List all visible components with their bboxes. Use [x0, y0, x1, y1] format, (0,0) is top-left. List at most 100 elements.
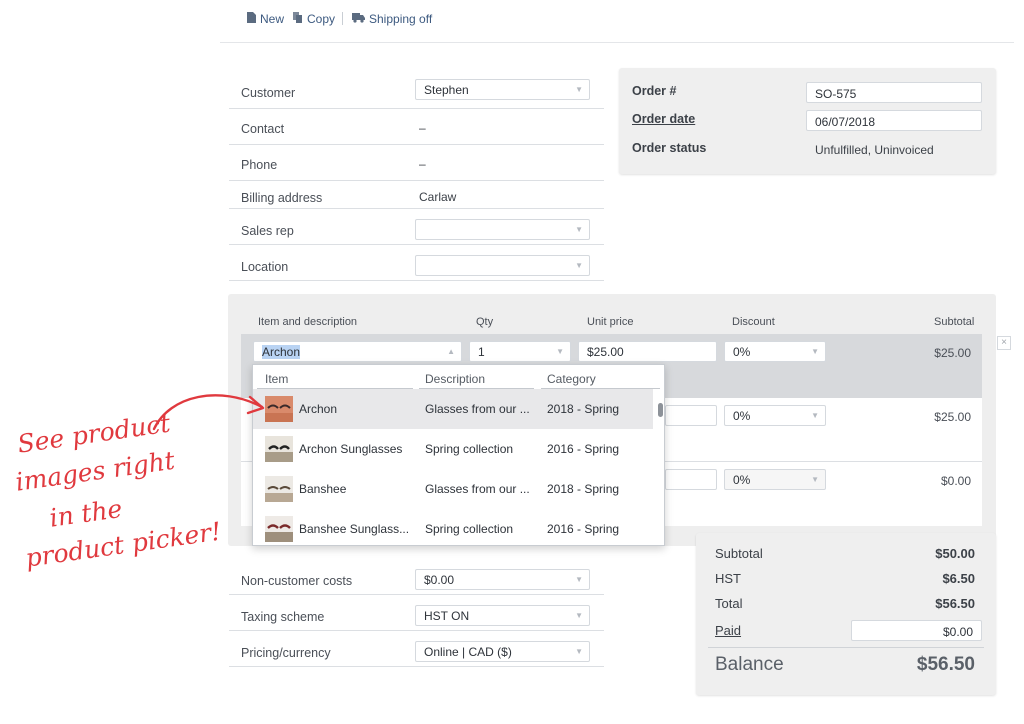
- chevron-down-icon: ▼: [575, 225, 583, 234]
- unit-price-input[interactable]: $25.00: [578, 341, 717, 362]
- qty-column-header: Qty: [476, 316, 494, 328]
- phone-value: –: [419, 157, 426, 171]
- phone-row: Phone –: [229, 145, 604, 181]
- sales-rep-label: Sales rep: [241, 224, 294, 238]
- picker-item-category: 2016 - Spring: [547, 522, 620, 536]
- order-date-input[interactable]: 06/07/2018: [806, 110, 982, 131]
- product-picker-dropdown[interactable]: Item Description Category Archon Glasses…: [252, 364, 665, 546]
- subtotal-column-header: Subtotal: [934, 316, 975, 328]
- totals-panel: Subtotal $50.00 HST $6.50 Total $56.50 P…: [696, 533, 996, 695]
- new-button[interactable]: New: [247, 11, 284, 27]
- billing-value[interactable]: Carlaw: [419, 190, 456, 204]
- copy-label: Copy: [307, 12, 336, 26]
- shipping-label: Shipping off: [369, 12, 433, 26]
- picker-description-header: Description: [425, 372, 486, 386]
- picker-item-header: Item: [265, 372, 289, 386]
- annotation-arrow: [152, 394, 265, 431]
- discount-input[interactable]: 0% ▼: [724, 341, 826, 362]
- product-thumbnail: [265, 476, 293, 502]
- chevron-down-icon: ▼: [575, 647, 583, 656]
- billing-label: Billing address: [241, 191, 323, 205]
- discount-value: 0%: [733, 345, 751, 359]
- picker-row-archon-sunglasses[interactable]: Archon Sunglasses Spring collection 2016…: [253, 429, 653, 469]
- truck-icon: [352, 12, 365, 26]
- hst-label: HST: [715, 571, 741, 586]
- item-value: Archon: [262, 345, 301, 359]
- order-number-label: Order #: [632, 84, 677, 98]
- paid-input[interactable]: $0.00: [851, 620, 982, 641]
- pricing-currency-row: Pricing/currency Online | CAD ($) ▼: [229, 631, 604, 667]
- picker-scrollbar[interactable]: [658, 403, 663, 417]
- shipping-toggle-button[interactable]: Shipping off: [352, 11, 432, 27]
- discount-value: 0%: [733, 473, 751, 487]
- picker-item-category: 2018 - Spring: [547, 482, 620, 496]
- picker-row-banshee[interactable]: Banshee Glasses from our ... 2018 - Spri…: [253, 469, 653, 509]
- contact-row: Contact –: [229, 109, 604, 145]
- picker-item-description: Spring collection: [425, 522, 514, 536]
- product-thumbnail: [265, 436, 293, 462]
- chevron-down-icon: ▼: [575, 261, 583, 270]
- picker-item-category: 2018 - Spring: [547, 402, 620, 416]
- unit-price-input[interactable]: [665, 469, 717, 490]
- order-date-label[interactable]: Order date: [632, 112, 695, 126]
- discount-column-header: Discount: [732, 316, 775, 328]
- picker-row-archon[interactable]: Archon Glasses from our ... 2018 - Sprin…: [253, 389, 653, 429]
- close-icon[interactable]: ×: [997, 336, 1011, 350]
- total-value: $56.50: [935, 596, 975, 611]
- sales-rep-row: Sales rep ▼: [229, 209, 604, 245]
- item-input[interactable]: Archon ▲: [253, 341, 462, 362]
- chevron-down-icon: ▼: [575, 85, 583, 94]
- pricing-currency-select[interactable]: Online | CAD ($) ▼: [415, 641, 590, 662]
- location-select[interactable]: ▼: [415, 255, 590, 276]
- sales-rep-select[interactable]: ▼: [415, 219, 590, 240]
- picker-row-banshee-sunglasses[interactable]: Banshee Sunglass... Spring collection 20…: [253, 509, 653, 545]
- customer-label: Customer: [241, 86, 296, 100]
- balance-label: Balance: [715, 654, 784, 675]
- discount-input[interactable]: 0% ▼: [724, 469, 826, 490]
- phone-label: Phone: [241, 158, 278, 172]
- paid-label[interactable]: Paid: [715, 623, 741, 638]
- order-status-label: Order status: [632, 141, 707, 155]
- billing-row: Billing address Carlaw: [229, 181, 604, 209]
- order-number-input[interactable]: SO-575: [806, 82, 982, 103]
- hst-value: $6.50: [942, 571, 975, 586]
- row-subtotal: $0.00: [940, 474, 971, 488]
- non-customer-costs-value: $0.00: [424, 573, 455, 587]
- discount-input[interactable]: 0% ▼: [724, 405, 826, 426]
- chevron-down-icon: ▼: [811, 411, 819, 420]
- picker-item-description: Glasses from our ...: [425, 482, 530, 496]
- customer-select[interactable]: Stephen ▼: [415, 79, 590, 100]
- non-customer-costs-select[interactable]: $0.00 ▼: [415, 569, 590, 590]
- row-subtotal: $25.00: [934, 410, 971, 424]
- unit-price-column-header: Unit price: [587, 316, 634, 328]
- taxing-scheme-label: Taxing scheme: [241, 610, 325, 624]
- contact-value: –: [419, 121, 426, 135]
- copy-button[interactable]: Copy: [293, 11, 335, 27]
- taxing-scheme-row: Taxing scheme HST ON ▼: [229, 595, 604, 631]
- unit-price-input[interactable]: [665, 405, 717, 426]
- chevron-down-icon: ▼: [811, 475, 819, 484]
- customer-row: Customer Stephen ▼: [229, 73, 604, 109]
- toolbar-separator: [342, 12, 343, 25]
- non-customer-costs-row: Non-customer costs $0.00 ▼: [229, 559, 604, 595]
- chevron-down-icon: ▼: [811, 347, 819, 356]
- picker-item-category: 2016 - Spring: [547, 442, 620, 456]
- non-customer-costs-label: Non-customer costs: [241, 574, 353, 588]
- location-row: Location ▼: [229, 245, 604, 281]
- location-label: Location: [241, 260, 289, 274]
- toolbar-divider: [220, 42, 1014, 43]
- order-info-panel: Order # SO-575 Order date 06/07/2018 Ord…: [619, 68, 996, 174]
- totals-divider: [708, 647, 984, 648]
- picker-item-name: Archon Sunglasses: [299, 442, 403, 456]
- pricing-currency-label: Pricing/currency: [241, 646, 331, 660]
- annotation-text-line: in the: [47, 493, 125, 533]
- order-status-value: Unfulfilled, Uninvoiced: [815, 143, 934, 157]
- taxing-scheme-select[interactable]: HST ON ▼: [415, 605, 590, 626]
- subtotal-value: $50.00: [935, 546, 975, 561]
- chevron-down-icon: ▼: [556, 347, 564, 356]
- total-label: Total: [715, 596, 743, 611]
- subtotal-label: Subtotal: [715, 546, 763, 561]
- new-label: New: [260, 12, 285, 26]
- picker-item-description: Glasses from our ...: [425, 402, 530, 416]
- qty-input[interactable]: 1 ▼: [469, 341, 571, 362]
